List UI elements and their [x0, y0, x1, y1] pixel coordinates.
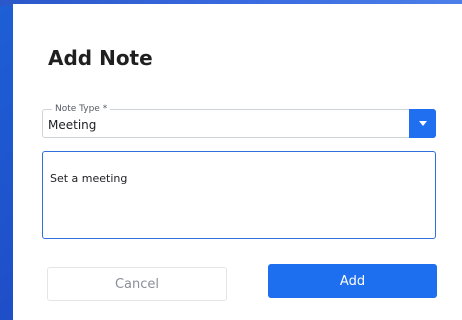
modal-title: Add Note [48, 46, 153, 70]
note-type-value: Meeting [48, 118, 97, 132]
add-note-modal: Add Note Note Type * Meeting Set a meeti… [13, 4, 462, 320]
note-type-label: Note Type * [52, 103, 111, 115]
chevron-down-icon [418, 121, 427, 126]
note-type-select[interactable]: Note Type * Meeting [42, 103, 436, 138]
note-type-dropdown-button[interactable] [409, 109, 436, 138]
note-text-area[interactable]: Set a meeting [42, 151, 436, 239]
cancel-button[interactable]: Cancel [47, 267, 227, 301]
note-text-value: Set a meeting [50, 172, 128, 185]
add-button[interactable]: Add [268, 264, 437, 298]
